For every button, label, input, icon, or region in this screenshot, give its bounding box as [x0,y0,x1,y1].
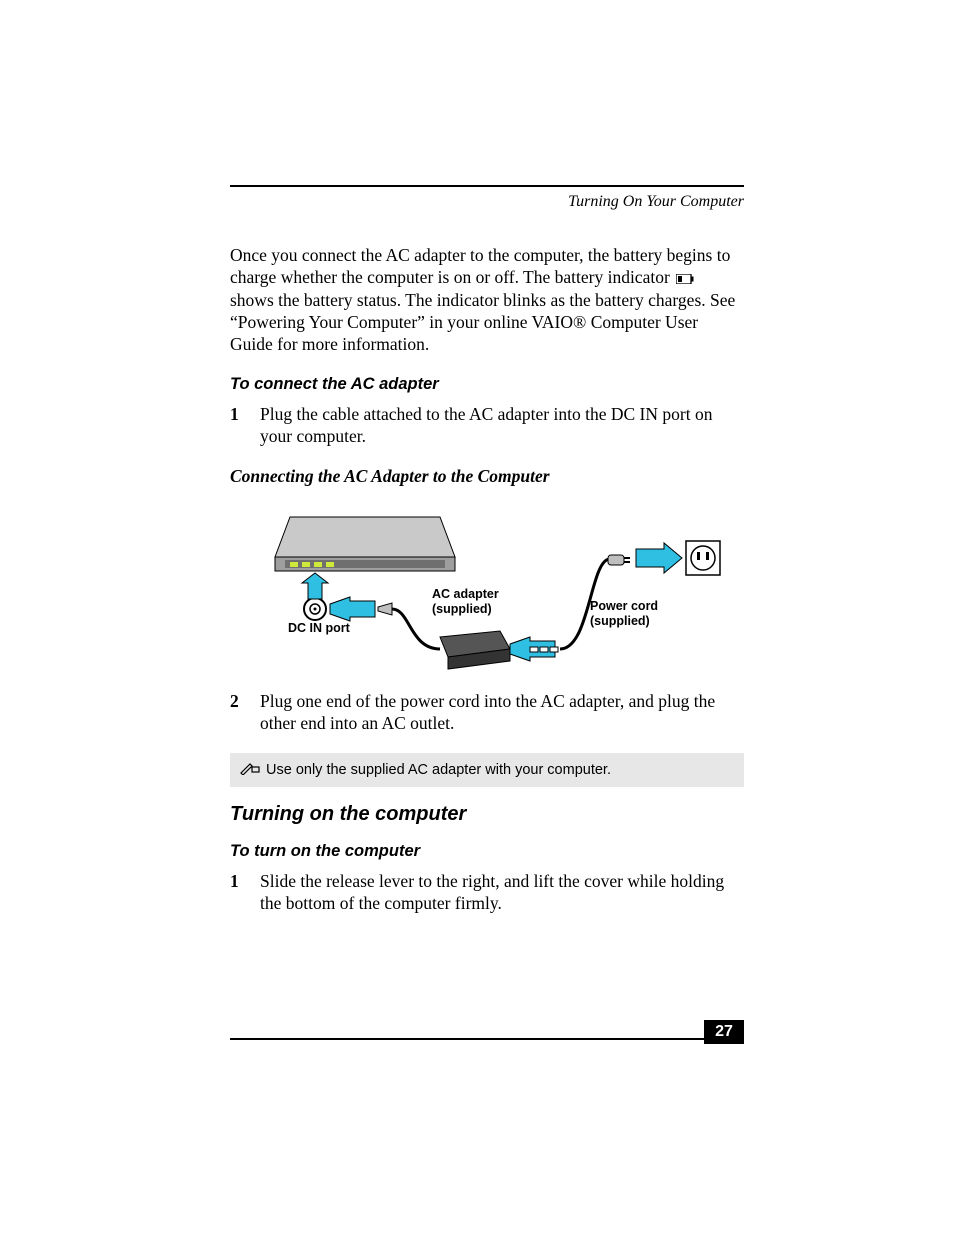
note-text: Use only the supplied AC adapter with yo… [266,762,611,778]
connect-step-2: 2 Plug one end of the power cord into th… [230,691,744,735]
page-number: 27 [704,1020,744,1044]
step-number: 1 [230,871,260,915]
figure-label-ac-adapter-l1: AC adapter [432,587,499,601]
figure-label-ac-adapter: AC adapter (supplied) [432,587,499,616]
intro-text-2: shows the battery status. The indicator … [230,290,735,354]
figure-label-dc-in: DC IN port [288,621,350,635]
intro-paragraph: Once you connect the AC adapter to the c… [230,245,744,355]
turning-on-heading: Turning on the computer [230,803,744,826]
step-text: Plug the cable attached to the AC adapte… [260,404,744,448]
pencil-note-icon [240,761,260,779]
connect-heading: To connect the AC adapter [230,375,744,394]
document-page: Turning On Your Computer Once you connec… [0,0,954,1235]
top-rule [230,185,744,187]
step-number: 2 [230,691,260,735]
turn-on-sub-heading: To turn on the computer [230,842,744,861]
figure-label-power-cord-l2: (supplied) [590,614,650,628]
running-header: Turning On Your Computer [230,193,744,211]
step-text: Slide the release lever to the right, an… [260,871,744,915]
step-text: Plug one end of the power cord into the … [260,691,744,735]
note-box: Use only the supplied AC adapter with yo… [230,753,744,787]
battery-indicator-icon [676,268,694,290]
turn-on-step-1: 1 Slide the release lever to the right, … [230,871,744,915]
intro-text-1: Once you connect the AC adapter to the c… [230,245,730,287]
figure-label-power-cord-l1: Power cord [590,599,658,613]
ac-adapter-figure: DC IN port AC adapter (supplied) Power c… [230,499,744,679]
page-footer: 27 [230,1038,744,1040]
figure-label-ac-adapter-l2: (supplied) [432,602,492,616]
step-number: 1 [230,404,260,448]
figure-label-power-cord: Power cord (supplied) [590,599,658,628]
bottom-rule [230,1038,744,1040]
connect-step-1: 1 Plug the cable attached to the AC adap… [230,404,744,448]
figure-caption: Connecting the AC Adapter to the Compute… [230,466,744,487]
